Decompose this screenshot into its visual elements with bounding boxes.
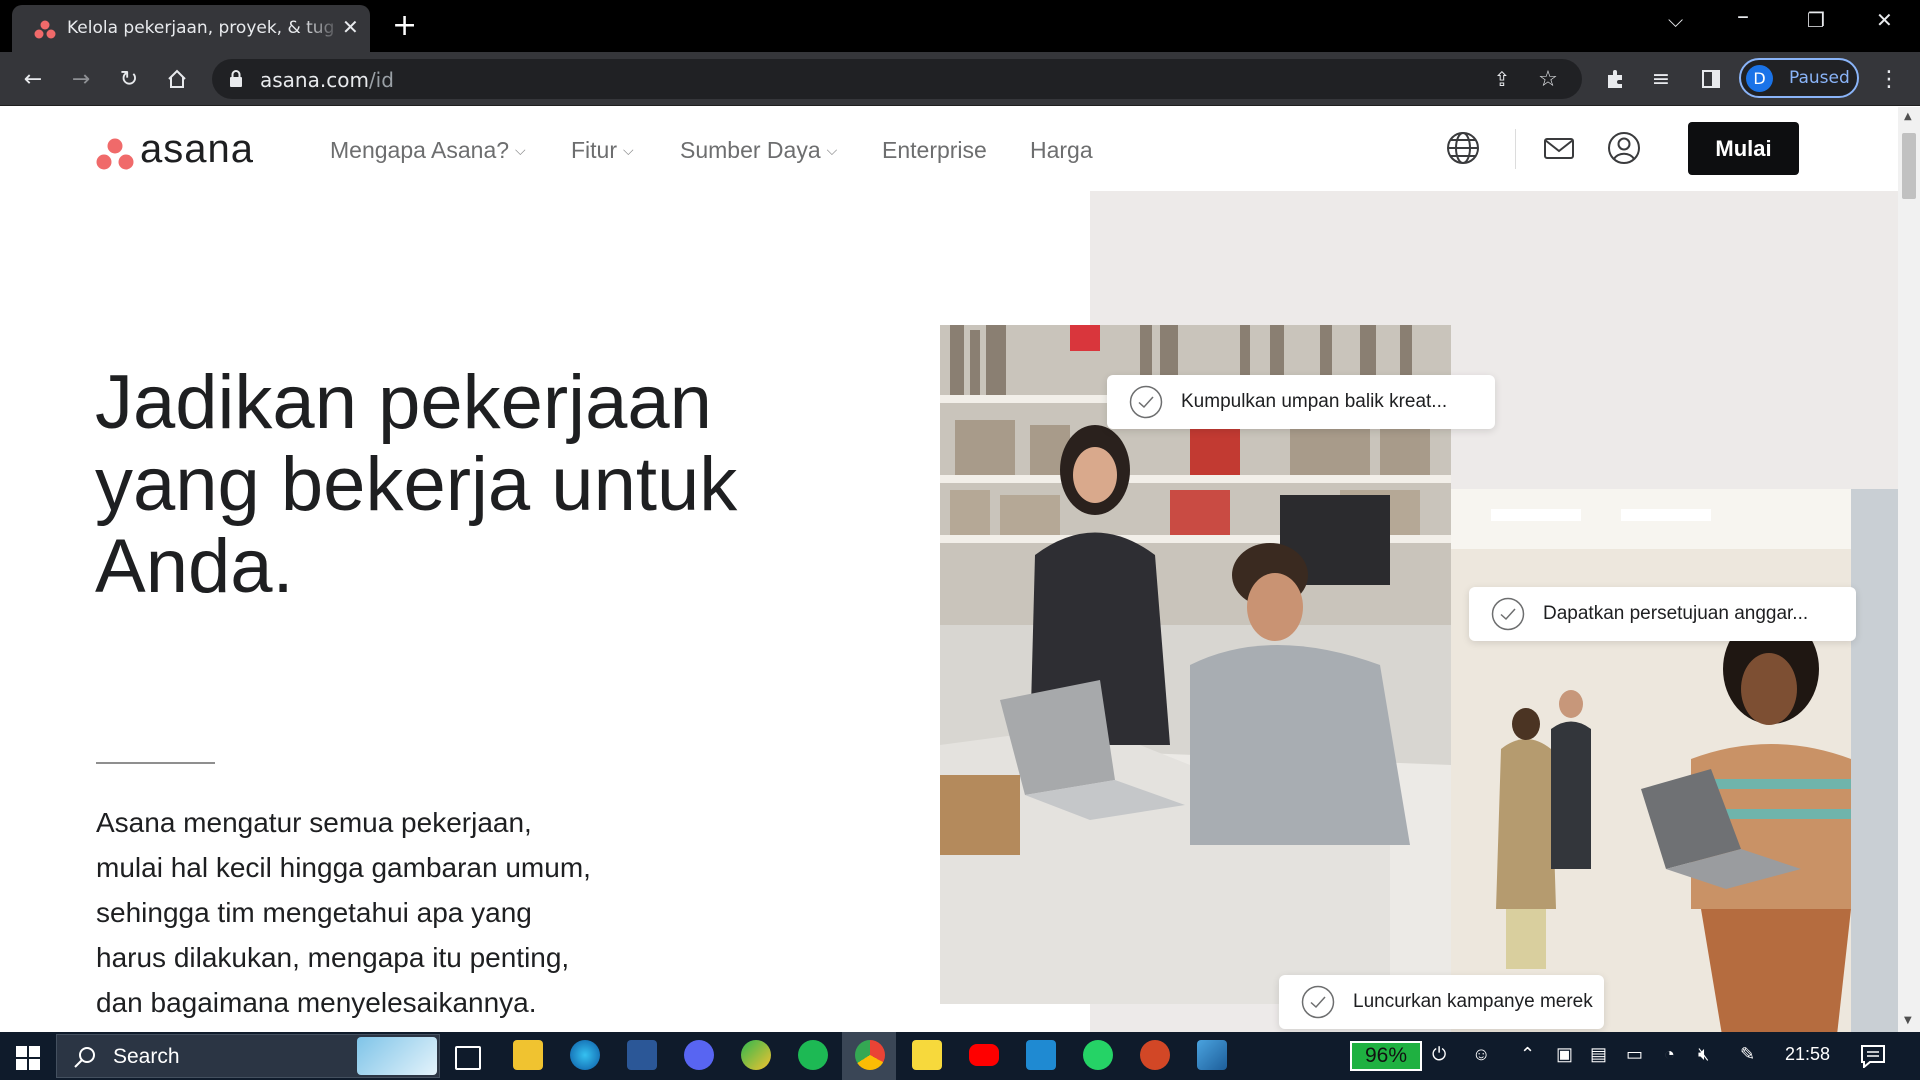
notifications-icon[interactable] (1860, 1044, 1886, 1068)
youtube-icon[interactable] (969, 1044, 999, 1066)
check-circle-icon[interactable] (1129, 385, 1163, 419)
scroll-up-icon[interactable]: ▲ (1904, 111, 1912, 122)
mail-icon[interactable] (1540, 129, 1578, 167)
display-icon[interactable]: ▤ (1590, 1044, 1607, 1065)
task-card[interactable]: Kumpulkan umpan balik kreat... (1107, 375, 1495, 429)
whatsapp-icon[interactable] (1083, 1040, 1113, 1070)
tab-close-icon[interactable]: ✕ (342, 15, 359, 39)
get-started-button[interactable]: Mulai (1688, 122, 1799, 175)
show-hidden-icons-icon[interactable]: ⌃ (1520, 1044, 1535, 1065)
file-explorer-icon[interactable] (513, 1040, 543, 1070)
chevron-down-icon: ⌵ (515, 142, 526, 158)
hero-title: Jadikan pekerjaan yang bekerja untuk And… (95, 360, 738, 609)
vscode-icon[interactable] (1026, 1040, 1056, 1070)
scroll-down-icon[interactable]: ▼ (1904, 1015, 1912, 1026)
clock[interactable]: 21:58 (1785, 1044, 1830, 1065)
avatar: D (1746, 65, 1773, 92)
volume-muted-icon[interactable]: 🔇︎ (1698, 1044, 1709, 1065)
asana-logo-icon (96, 138, 134, 170)
address-bar[interactable]: asana.com/id ⇪ ☆ (212, 59, 1582, 99)
share-icon[interactable]: ⇪ (1484, 62, 1520, 96)
chevron-down-icon: ⌵ (623, 142, 634, 158)
hero-description: Asana mengatur semua pekerjaan, mulai ha… (96, 807, 591, 1018)
windows-start-icon[interactable] (16, 1046, 40, 1070)
nav-features[interactable]: Fitur ⌵ (571, 137, 634, 164)
tab-search-chevron-icon[interactable]: ⌵ (1668, 8, 1683, 32)
header-divider (1515, 129, 1516, 169)
chrome-icon[interactable] (855, 1040, 885, 1070)
nav-label: Fitur (571, 137, 617, 163)
asana-favicon-icon (34, 20, 56, 39)
back-icon[interactable]: ← (15, 62, 51, 96)
search-icon (74, 1047, 95, 1068)
check-circle-icon[interactable] (1301, 985, 1335, 1019)
forward-icon[interactable]: → (63, 62, 99, 96)
sticky-notes-icon[interactable] (912, 1040, 942, 1070)
logo-wordmark: asana (140, 127, 254, 171)
discord-icon[interactable] (684, 1040, 714, 1070)
scrollbar-thumb[interactable] (1902, 133, 1916, 199)
tab-title-fade (302, 13, 342, 43)
profile-status: Paused (1789, 68, 1850, 88)
wifi-icon[interactable]: ◔ (1664, 1044, 1675, 1065)
powerpoint-icon[interactable] (1140, 1040, 1170, 1070)
lock-icon (230, 70, 242, 87)
task-view-icon[interactable] (455, 1046, 481, 1070)
nav-why-asana[interactable]: Mengapa Asana? ⌵ (330, 137, 526, 164)
task-label: Luncurkan kampanye merek (1353, 991, 1593, 1012)
nav-label: Harga (1030, 137, 1093, 163)
bookmark-star-icon[interactable]: ☆ (1530, 62, 1566, 96)
people-icon[interactable]: ☺ (1472, 1044, 1490, 1065)
photos-icon[interactable] (1197, 1040, 1227, 1070)
search-highlight-image (357, 1037, 437, 1075)
nav-label: Sumber Daya (680, 137, 821, 163)
reload-icon[interactable]: ↻ (111, 62, 147, 96)
spotify-icon[interactable] (798, 1040, 828, 1070)
new-tab-icon[interactable]: + (392, 8, 417, 43)
word-icon[interactable] (627, 1040, 657, 1070)
chevron-down-icon: ⌵ (826, 142, 838, 158)
extensions-icon[interactable] (1597, 62, 1633, 96)
search-placeholder: Search (113, 1045, 180, 1068)
office-photo-right (1451, 489, 1898, 1032)
profile-button[interactable]: D Paused (1739, 58, 1859, 98)
nav-pricing[interactable]: Harga (1030, 137, 1093, 164)
check-circle-icon[interactable] (1491, 597, 1525, 631)
task-card[interactable]: Luncurkan kampanye merek (1279, 975, 1604, 1029)
browser-tab[interactable]: Kelola pekerjaan, proyek, & tugas ✕ (12, 5, 370, 52)
taskbar-search-box[interactable]: Search (56, 1034, 440, 1078)
nav-label: Mengapa Asana? (330, 137, 510, 163)
nav-label: Enterprise (882, 137, 987, 163)
task-label: Dapatkan persetujuan anggar... (1543, 603, 1809, 624)
minimize-icon[interactable]: – (1737, 2, 1749, 30)
globe-icon[interactable] (1444, 129, 1482, 167)
restore-icon[interactable]: ❐ (1807, 8, 1825, 32)
side-panel-icon[interactable] (1693, 62, 1729, 96)
power-plug-icon[interactable]: ⏻ (1432, 1044, 1446, 1065)
tab-title: Kelola pekerjaan, proyek, & tugas (67, 18, 335, 38)
meet-icon[interactable]: ▣ (1556, 1044, 1573, 1065)
menu-kebab-icon[interactable]: ⋮ (1871, 62, 1907, 96)
battery-icon[interactable]: ▭ (1626, 1044, 1643, 1065)
nav-resources[interactable]: Sumber Daya ⌵ (680, 137, 837, 164)
app-icon[interactable] (741, 1040, 771, 1070)
edge-icon[interactable] (570, 1040, 600, 1070)
account-icon[interactable] (1605, 129, 1643, 167)
hero-divider (96, 762, 215, 764)
media-queue-icon[interactable]: ≡ (1643, 62, 1679, 96)
pen-icon[interactable]: ✎ (1740, 1044, 1755, 1065)
task-card[interactable]: Dapatkan persetujuan anggar... (1469, 587, 1856, 641)
page-scrollbar[interactable]: ▲ ▼ (1898, 107, 1920, 1032)
web-page: asana Mengapa Asana? ⌵ Fitur ⌵ Sumber Daya… (0, 107, 1898, 1032)
home-icon[interactable] (159, 62, 195, 96)
window-close-icon[interactable]: ✕ (1876, 8, 1893, 32)
url-text: asana.com/id (260, 68, 394, 92)
nav-enterprise[interactable]: Enterprise (882, 137, 987, 164)
battery-indicator[interactable]: 96% (1350, 1041, 1422, 1071)
task-label: Kumpulkan umpan balik kreat... (1181, 391, 1448, 412)
